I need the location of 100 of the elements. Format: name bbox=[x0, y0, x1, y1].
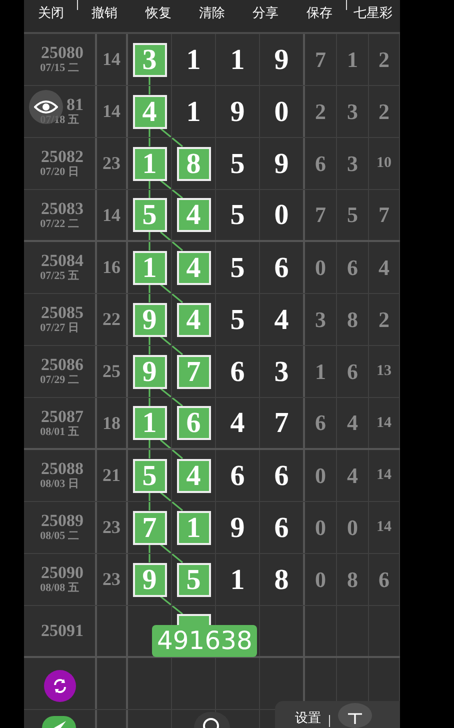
number-tile: 5 bbox=[132, 198, 166, 232]
digit: 6 bbox=[274, 512, 289, 542]
number-tile: 4 bbox=[132, 94, 166, 128]
tail-value: 7 bbox=[315, 46, 326, 72]
digit: 0 bbox=[274, 96, 289, 126]
sum-value: 23 bbox=[102, 569, 120, 590]
toolbar-button[interactable]: 关闭 bbox=[24, 0, 78, 22]
number-tile: 1 bbox=[132, 250, 166, 284]
tail-value: 13 bbox=[376, 363, 392, 380]
tail-value: 5 bbox=[347, 202, 358, 228]
sum-value: 18 bbox=[102, 412, 120, 434]
refresh-button[interactable] bbox=[44, 670, 76, 702]
connector-line bbox=[148, 284, 150, 302]
issue-number: 25083 bbox=[41, 200, 84, 218]
number-tile: 7 bbox=[176, 354, 210, 388]
tail-value: 6 bbox=[378, 566, 390, 592]
tail-value: 8 bbox=[347, 566, 358, 592]
connector-line bbox=[160, 492, 183, 512]
connector-line bbox=[148, 492, 150, 510]
connector-line bbox=[160, 128, 183, 148]
send-button[interactable] bbox=[42, 716, 76, 728]
search-button[interactable] bbox=[194, 712, 230, 728]
tail-value: 10 bbox=[376, 155, 392, 172]
draw-date: 08/03 日 bbox=[40, 478, 79, 491]
sum-value: 14 bbox=[102, 204, 120, 226]
number-tile: 5 bbox=[176, 562, 210, 596]
tail-value: 14 bbox=[376, 519, 392, 536]
tail-value: 0 bbox=[315, 462, 326, 488]
tail-value: 6 bbox=[347, 254, 358, 280]
number-tile: 1 bbox=[176, 510, 210, 544]
tail-value: 7 bbox=[378, 202, 390, 228]
connector-line bbox=[148, 128, 150, 146]
toolbar-button[interactable]: 撤销 bbox=[78, 0, 132, 22]
connector-line bbox=[160, 336, 183, 356]
connector-line bbox=[148, 180, 150, 198]
issue-number: 25085 bbox=[41, 304, 84, 322]
sum-value: 22 bbox=[102, 309, 120, 330]
draw-date: 08/01 五 bbox=[40, 426, 79, 438]
sum-value: 23 bbox=[102, 153, 120, 174]
connector-line bbox=[160, 439, 184, 460]
tail-value: 8 bbox=[347, 306, 358, 332]
draw-date: 07/15 二 bbox=[40, 62, 79, 75]
search-icon bbox=[202, 716, 222, 728]
number-tile: 8 bbox=[176, 146, 210, 180]
tail-value: 4 bbox=[347, 462, 358, 488]
digit: 1 bbox=[186, 96, 201, 126]
draw-date: 07/22 二 bbox=[40, 218, 79, 230]
sum-value: 23 bbox=[102, 517, 120, 538]
draw-date: 08/08 五 bbox=[40, 582, 79, 595]
toolbar-button[interactable]: 分享 bbox=[238, 0, 293, 22]
number-tile: 4 bbox=[176, 458, 210, 492]
draw-date: 08/05 二 bbox=[40, 530, 79, 543]
tail-value: 3 bbox=[315, 306, 326, 332]
connector-line bbox=[148, 232, 150, 250]
connector-line bbox=[160, 284, 183, 304]
tail-value: 2 bbox=[378, 306, 390, 332]
number-tile: 6 bbox=[176, 406, 210, 440]
issue-number: 25082 bbox=[41, 148, 84, 166]
tail-value: 14 bbox=[376, 467, 392, 484]
digit: 0 bbox=[274, 200, 289, 230]
text-tool-button[interactable] bbox=[338, 703, 372, 728]
connector-line bbox=[148, 336, 150, 354]
issue-number: 25087 bbox=[41, 408, 84, 426]
number-tile: 1 bbox=[132, 406, 166, 440]
connector-line bbox=[160, 596, 183, 615]
digit: 5 bbox=[230, 252, 245, 282]
draw-date: 07/25 五 bbox=[40, 270, 79, 283]
toolbar-button[interactable]: 七星彩 bbox=[346, 0, 400, 22]
toolbar-button[interactable]: 恢复 bbox=[131, 0, 186, 22]
digit: 6 bbox=[230, 356, 245, 386]
tail-value: 1 bbox=[315, 358, 326, 384]
sum-value: 25 bbox=[102, 361, 120, 382]
connector-line bbox=[148, 76, 150, 94]
text-tool-icon bbox=[347, 712, 363, 724]
prediction-badge: 491638 bbox=[152, 625, 258, 657]
connector-line bbox=[160, 544, 183, 564]
digit: 3 bbox=[274, 356, 289, 386]
digit: 1 bbox=[186, 44, 201, 74]
settings-button[interactable]: 设置 bbox=[295, 711, 321, 727]
digit: 4 bbox=[230, 408, 245, 438]
sum-value: 14 bbox=[102, 49, 120, 70]
tail-value: 3 bbox=[347, 98, 358, 124]
draw-date: 07/29 二 bbox=[40, 374, 79, 387]
tail-value: 6 bbox=[347, 358, 358, 384]
digit: 9 bbox=[274, 148, 289, 178]
issue-number: 25091 bbox=[41, 622, 84, 640]
number-tile: 4 bbox=[176, 250, 210, 284]
number-tile: 9 bbox=[132, 354, 166, 388]
number-tile: 7 bbox=[132, 510, 166, 544]
sum-value: 16 bbox=[102, 257, 120, 278]
issue-number: 81 bbox=[66, 96, 84, 114]
paper-plane-icon bbox=[51, 720, 67, 728]
tail-value: 6 bbox=[315, 150, 326, 176]
tail-value: 2 bbox=[315, 98, 326, 124]
refresh-icon bbox=[52, 678, 68, 694]
number-tile: 9 bbox=[132, 562, 166, 596]
toolbar-button[interactable]: 清除 bbox=[185, 0, 239, 22]
toolbar-button[interactable]: 保存 bbox=[292, 0, 346, 22]
tail-value: 1 bbox=[347, 46, 358, 72]
digit: 4 bbox=[274, 304, 289, 334]
